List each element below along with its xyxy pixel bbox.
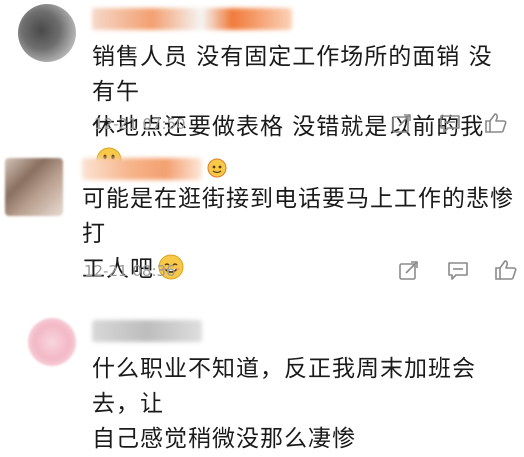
comment-text-line: 什么职业不知道，反正我周末加班会去，让: [92, 356, 476, 417]
comment-text-line: 可能是在逛街接到电话要马上工作的悲惨打: [82, 186, 514, 247]
comment-text-line: 销售人员 没有固定工作场所的面销 没有午: [92, 44, 493, 105]
thumbs-up-icon[interactable]: [484, 111, 508, 135]
share-icon[interactable]: [391, 113, 413, 135]
avatar[interactable]: [18, 4, 76, 62]
comment-item: 什么职业不知道，反正我周末加班会去，让 自己感觉稍微没那么凄惨: [0, 300, 524, 452]
comment-item: 销售人员 没有固定工作场所的面销 没有午 休地点还要做表格 没错就是以前的我 1…: [0, 0, 524, 173]
avatar[interactable]: [28, 318, 76, 366]
comment-text-line: 自己感觉稍微没那么凄惨: [92, 426, 356, 452]
username-redacted[interactable]: [92, 320, 202, 342]
avatar[interactable]: [5, 158, 63, 216]
user-badge-icon: [207, 158, 227, 182]
comment-icon[interactable]: [439, 113, 461, 135]
comment-text: 什么职业不知道，反正我周末加班会去，让 自己感觉稍微没那么凄惨: [92, 352, 522, 457]
comment-item: 可能是在逛街接到电话要马上工作的悲惨打 工人吧 12-21 08:36: [0, 150, 524, 300]
share-icon[interactable]: [398, 260, 420, 282]
comment-icon[interactable]: [447, 260, 469, 282]
comment-timestamp: 12-21 08:36: [84, 262, 176, 280]
username-redacted[interactable]: [92, 8, 292, 30]
username-redacted[interactable]: [82, 158, 202, 180]
thumbs-up-icon[interactable]: [494, 258, 518, 282]
comment-timestamp: 12-21 07:50: [94, 115, 186, 133]
